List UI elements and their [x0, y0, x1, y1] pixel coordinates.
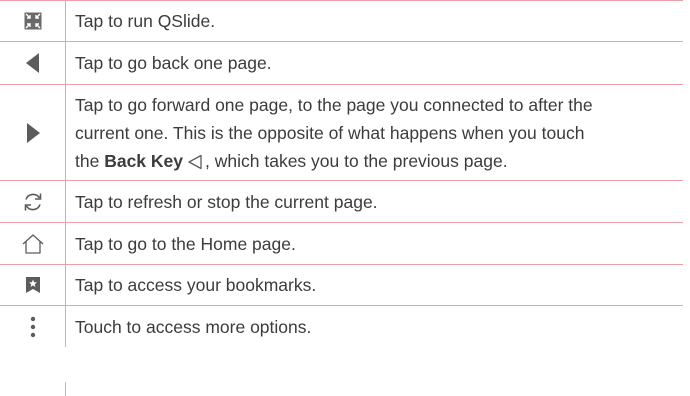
description-line: Tap to go forward one page, to the page … — [75, 94, 593, 115]
forward-arrow-icon — [26, 122, 40, 143]
description-line: the Back Key, which takes you to the pre… — [75, 150, 508, 171]
row-description: Tap to run QSlide. — [75, 11, 216, 31]
bookmark-icon — [25, 277, 40, 293]
table-row-bookmarks: Tap to access your bookmarks. — [0, 265, 683, 306]
row-description: Touch to access more options. — [75, 316, 312, 337]
row-description: Tap to go to the Home page. — [75, 233, 296, 254]
back-key-icon — [188, 154, 202, 170]
row-description: Tap to go forward one page, to the page … — [66, 85, 683, 180]
more-options-icon — [30, 316, 35, 337]
back-key-label: Back Key — [104, 150, 184, 171]
icon-description-table: Tap to run QSlide. Tap to go back one pa… — [0, 0, 683, 347]
description-line: current one. This is the opposite of wha… — [75, 122, 585, 143]
table-row-more-options: Touch to access more options. — [0, 306, 683, 347]
column-divider-tail — [65, 382, 66, 396]
table-row-qslide: Tap to run QSlide. — [0, 0, 683, 42]
qslide-icon — [24, 12, 41, 30]
refresh-icon — [24, 193, 41, 210]
table-row-back: Tap to go back one page. — [0, 42, 683, 85]
row-description: Tap to go back one page. — [75, 53, 272, 73]
row-description: Tap to access your bookmarks. — [75, 275, 317, 295]
table-row-forward: Tap to go forward one page, to the page … — [0, 85, 683, 181]
row-description: Tap to refresh or stop the current page. — [75, 191, 378, 212]
home-icon — [22, 233, 43, 254]
back-arrow-icon — [25, 53, 39, 73]
table-row-refresh: Tap to refresh or stop the current page. — [0, 181, 683, 223]
table-row-home: Tap to go to the Home page. — [0, 223, 683, 265]
